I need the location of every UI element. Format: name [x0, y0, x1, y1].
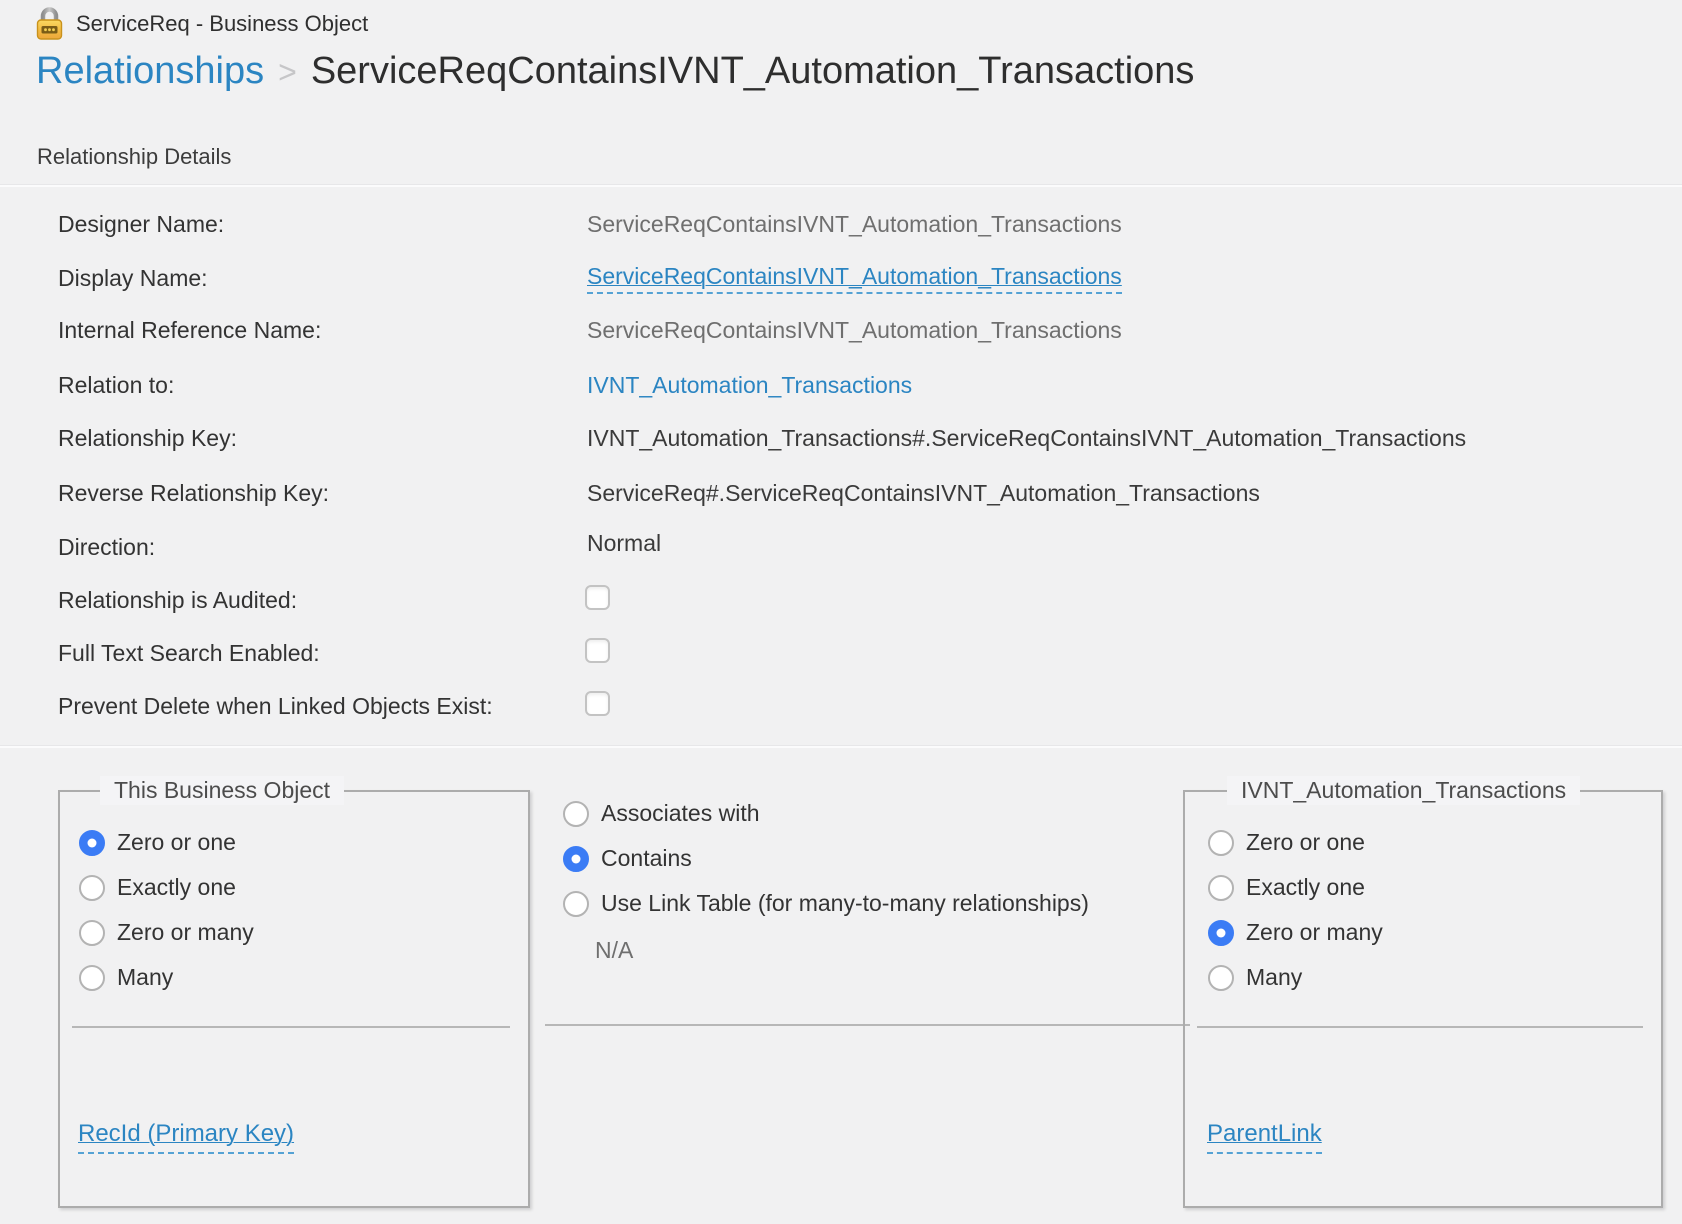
- direction-value: Normal: [587, 528, 661, 558]
- field-row-direction: Direction: Normal: [0, 528, 1682, 558]
- relationship-is-audited-checkbox[interactable]: [585, 585, 610, 610]
- left-option-exactly-one[interactable]: Exactly one: [79, 874, 236, 901]
- radio-icon[interactable]: [79, 965, 105, 991]
- option-use-link-table[interactable]: Use Link Table (for many-to-many relatio…: [563, 890, 1089, 917]
- radio-selected-icon[interactable]: [1208, 920, 1234, 946]
- prevent-delete-label: Prevent Delete when Linked Objects Exist…: [58, 691, 493, 721]
- padlock-icon: [34, 6, 65, 42]
- field-row-full-text-search: Full Text Search Enabled:: [0, 638, 1682, 668]
- section-title: Relationship Details: [37, 144, 231, 170]
- display-name-label: Display Name:: [58, 263, 208, 293]
- prevent-delete-checkbox[interactable]: [585, 691, 610, 716]
- breadcrumb-relationships-link[interactable]: Relationships: [36, 50, 264, 93]
- panel-this-business-object-legend: This Business Object: [100, 776, 344, 805]
- relation-to-label: Relation to:: [58, 370, 174, 400]
- panel-ivnt-legend: IVNT_Automation_Transactions: [1227, 776, 1580, 805]
- radio-icon[interactable]: [79, 920, 105, 946]
- left-option-zero-or-one[interactable]: Zero or one: [79, 829, 236, 856]
- option-contains[interactable]: Contains: [563, 845, 692, 872]
- reverse-relationship-key-label: Reverse Relationship Key:: [58, 478, 329, 508]
- right-option-many[interactable]: Many: [1208, 964, 1302, 991]
- breadcrumb-separator: >: [278, 54, 297, 91]
- radio-icon[interactable]: [79, 875, 105, 901]
- middle-divider: [545, 1024, 1190, 1026]
- panel-this-business-object: This Business Object Zero or one Exactly…: [58, 790, 530, 1208]
- full-text-search-label: Full Text Search Enabled:: [58, 638, 320, 668]
- relationship-key-label: Relationship Key:: [58, 423, 237, 453]
- radio-icon[interactable]: [563, 891, 589, 917]
- direction-label: Direction:: [58, 532, 155, 562]
- internal-reference-name-value: ServiceReqContainsIVNT_Automation_Transa…: [587, 315, 1122, 345]
- radio-icon[interactable]: [1208, 875, 1234, 901]
- window-titlebar: ServiceReq - Business Object: [34, 6, 368, 42]
- field-row-reverse-relationship-key: Reverse Relationship Key: ServiceReq#.Se…: [0, 478, 1682, 508]
- field-row-relation-to: Relation to: IVNT_Automation_Transaction…: [0, 370, 1682, 400]
- full-text-search-checkbox[interactable]: [585, 638, 610, 663]
- cardinality-divider: [0, 745, 1682, 748]
- display-name-editable-link[interactable]: ServiceReqContainsIVNT_Automation_Transa…: [587, 263, 1122, 294]
- radio-selected-icon[interactable]: [563, 846, 589, 872]
- reverse-relationship-key-value: ServiceReq#.ServiceReqContainsIVNT_Autom…: [587, 478, 1260, 508]
- relationship-is-audited-label: Relationship is Audited:: [58, 585, 297, 615]
- window-title: ServiceReq - Business Object: [76, 11, 368, 37]
- designer-name-value: ServiceReqContainsIVNT_Automation_Transa…: [587, 209, 1122, 239]
- relation-to-link[interactable]: IVNT_Automation_Transactions: [587, 370, 912, 400]
- link-table-na-note: N/A: [595, 937, 633, 964]
- designer-name-label: Designer Name:: [58, 209, 224, 239]
- left-option-many[interactable]: Many: [79, 964, 173, 991]
- parentlink-link[interactable]: ParentLink: [1207, 1120, 1322, 1154]
- radio-icon[interactable]: [1208, 830, 1234, 856]
- relationship-key-value: IVNT_Automation_Transactions#.ServiceReq…: [587, 423, 1466, 453]
- right-option-zero-or-one[interactable]: Zero or one: [1208, 829, 1365, 856]
- page: ServiceReq - Business Object Relationshi…: [0, 0, 1682, 1224]
- field-row-relationship-is-audited: Relationship is Audited:: [0, 585, 1682, 615]
- radio-icon[interactable]: [563, 801, 589, 827]
- section-divider: [0, 184, 1682, 187]
- left-option-zero-or-many[interactable]: Zero or many: [79, 919, 254, 946]
- right-option-zero-or-many[interactable]: Zero or many: [1208, 919, 1383, 946]
- breadcrumb: Relationships > ServiceReqContainsIVNT_A…: [36, 50, 1194, 93]
- recid-primary-key-link[interactable]: RecId (Primary Key): [78, 1120, 294, 1154]
- right-panel-divider: [1197, 1026, 1643, 1028]
- field-row-internal-reference-name: Internal Reference Name: ServiceReqConta…: [0, 315, 1682, 345]
- right-option-exactly-one[interactable]: Exactly one: [1208, 874, 1365, 901]
- field-row-designer-name: Designer Name: ServiceReqContainsIVNT_Au…: [0, 209, 1682, 239]
- panel-ivnt-automation-transactions: IVNT_Automation_Transactions Zero or one…: [1183, 790, 1663, 1208]
- page-title: ServiceReqContainsIVNT_Automation_Transa…: [311, 50, 1195, 93]
- field-row-display-name: Display Name: ServiceReqContainsIVNT_Aut…: [0, 263, 1682, 293]
- radio-selected-icon[interactable]: [79, 830, 105, 856]
- field-row-prevent-delete: Prevent Delete when Linked Objects Exist…: [0, 691, 1682, 721]
- internal-reference-name-label: Internal Reference Name:: [58, 315, 321, 345]
- left-panel-divider: [72, 1026, 510, 1028]
- radio-icon[interactable]: [1208, 965, 1234, 991]
- field-row-relationship-key: Relationship Key: IVNT_Automation_Transa…: [0, 423, 1682, 453]
- option-associates-with[interactable]: Associates with: [563, 800, 760, 827]
